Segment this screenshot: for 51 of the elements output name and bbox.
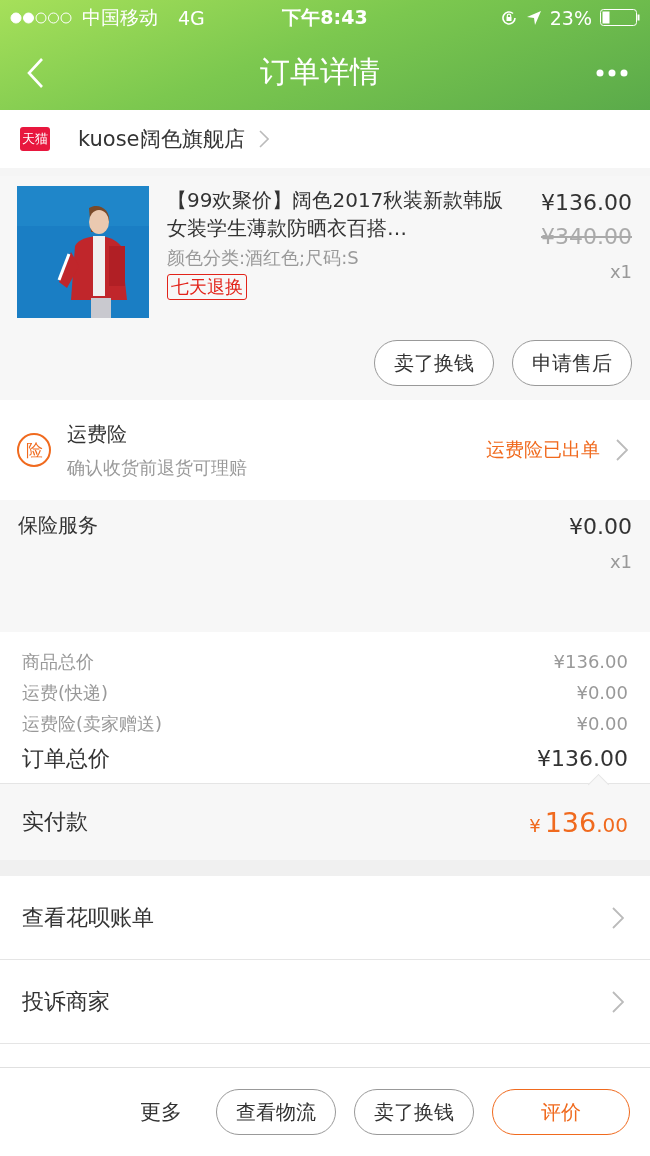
order-action-button[interactable]: 查看物流 — [216, 1089, 336, 1135]
summary-label: 运费(快递) — [22, 681, 109, 705]
store-row[interactable]: 天猫 kuose阔色旗舰店 — [0, 110, 650, 168]
product-spec: 颜色分类:酒红色;尺码:S — [167, 246, 359, 270]
insurance-badge: 险 — [17, 433, 51, 467]
back-icon[interactable] — [26, 56, 44, 89]
menu-item-label: 投诉商家 — [22, 987, 110, 1016]
menu-item[interactable]: 查看花呗账单 — [0, 876, 650, 960]
service-quantity: x1 — [609, 550, 632, 574]
store-badge: 天猫 — [20, 127, 50, 151]
summary-label: 运费险(卖家赠送) — [22, 712, 163, 736]
summary-value: ¥0.00 — [576, 712, 628, 736]
product-action-button[interactable]: 卖了换钱 — [374, 340, 494, 386]
location-arrow-icon — [525, 9, 542, 26]
page-title: 订单详情 — [260, 53, 380, 91]
order-action-button[interactable]: 卖了换钱 — [354, 1089, 474, 1135]
original-price: ¥340.00 — [541, 223, 632, 251]
battery-text: 23% — [549, 6, 592, 29]
product-price: ¥136.00 — [541, 189, 632, 217]
menu-item-label: 查看花呗账单 — [22, 903, 154, 932]
product-quantity: x1 — [609, 260, 632, 284]
summary-value: ¥136.00 — [537, 745, 628, 773]
store-name: kuose阔色旗舰店 — [78, 126, 245, 153]
more-link[interactable]: 更多 — [140, 1098, 182, 1126]
summary-label: 商品总价 — [22, 650, 94, 674]
paid-amount: ¥136.00 — [529, 806, 628, 838]
chevron-icon — [612, 990, 624, 1013]
chevron-icon — [258, 130, 269, 148]
carrier-text: 中国移动 — [82, 4, 158, 30]
insurance-status: 运费险已出单 — [486, 437, 600, 462]
signal-icon — [10, 11, 74, 24]
return-tag: 七天退换 — [167, 274, 247, 300]
insurance-title: 运费险 — [67, 420, 128, 448]
battery-icon — [600, 9, 640, 26]
insurance-subtitle: 确认收货前退货可理赔 — [67, 455, 248, 480]
paid-label: 实付款 — [22, 808, 88, 836]
product-title[interactable]: 【99欢聚价】阔色2017秋装新款韩版女装学生薄款防晒衣百搭… — [167, 186, 504, 242]
rotation-lock-icon — [499, 8, 518, 27]
chevron-icon — [612, 906, 624, 929]
product-action-button[interactable]: 申请售后 — [512, 340, 632, 386]
summary-value: ¥136.00 — [553, 650, 628, 674]
more-icon[interactable] — [596, 68, 628, 77]
menu-item[interactable]: 投诉商家 — [0, 960, 650, 1044]
insurance-row[interactable]: 险 运费险 确认收货前退货可理赔 运费险已出单 — [0, 400, 650, 500]
network-text: 4G — [178, 6, 205, 29]
summary-label: 订单总价 — [22, 745, 110, 773]
service-price: ¥0.00 — [569, 513, 632, 541]
service-title: 保险服务 — [18, 512, 98, 539]
time-text: 下午8:43 — [282, 4, 368, 30]
chevron-icon — [616, 439, 628, 461]
summary-value: ¥0.00 — [576, 681, 628, 705]
